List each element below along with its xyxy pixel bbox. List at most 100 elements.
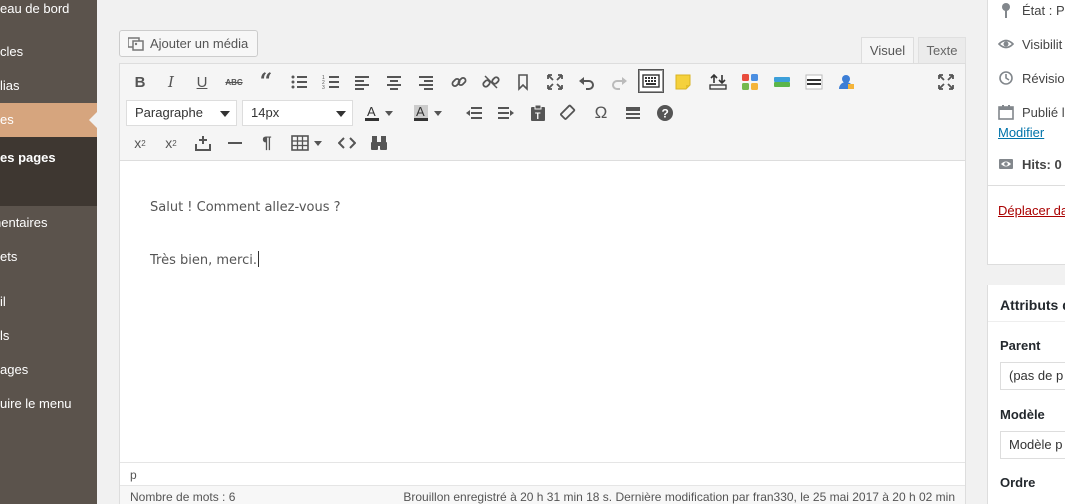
horizontal-line-icon[interactable] <box>222 131 248 155</box>
grid-colors-icon[interactable] <box>737 70 763 94</box>
parent-label: Parent <box>1000 338 1041 353</box>
find-replace-icon[interactable] <box>366 131 392 155</box>
undo-icon[interactable] <box>574 70 600 94</box>
upload-download-icon[interactable] <box>705 70 731 94</box>
strikethrough-icon[interactable]: ABC <box>221 70 247 94</box>
sidebar-item-dashboard[interactable]: eau de bord <box>0 0 97 26</box>
outdent-icon[interactable] <box>461 101 487 125</box>
align-center-icon[interactable] <box>381 70 407 94</box>
horizontal-rule-icon[interactable] <box>620 101 646 125</box>
text-color-dropdown-icon[interactable] <box>382 101 396 125</box>
special-character-icon[interactable]: Ω <box>588 101 614 125</box>
tab-visual[interactable]: Visuel <box>861 37 914 64</box>
add-media-label: Ajouter un média <box>150 36 249 51</box>
table-dropdown-icon[interactable] <box>311 131 325 155</box>
revisions-text: Révision <box>1022 71 1065 86</box>
toolbar-toggle-icon[interactable] <box>638 69 664 93</box>
editor-content-area[interactable]: Salut ! Comment allez-vous ? Très bien, … <box>120 162 965 462</box>
page-attributes-box: Attributs d Parent (pas de p Modèle Modè… <box>987 285 1065 504</box>
divider <box>988 321 1065 322</box>
sidebar-item-collapse-menu[interactable]: uire le menu <box>0 387 97 421</box>
page-attributes-title[interactable]: Attributs d <box>1000 297 1065 313</box>
superscript-icon[interactable]: x2 <box>158 131 184 155</box>
sidebar-item-label: ages <box>0 362 29 377</box>
sidebar-item-label: lias <box>0 78 20 93</box>
sidebar-item-label: uire le menu <box>0 396 72 411</box>
divider <box>988 185 1065 186</box>
status-row: État : Pu <box>998 2 1065 18</box>
font-size-select[interactable]: 14px <box>242 100 353 126</box>
unlink-icon[interactable] <box>478 70 504 94</box>
numbered-list-icon[interactable]: 123 <box>318 70 344 94</box>
link-icon[interactable] <box>446 70 472 94</box>
sidebar-item-label: il <box>0 294 6 309</box>
template-select[interactable]: Modèle p <box>1000 431 1065 459</box>
background-color-dropdown-icon[interactable] <box>431 101 445 125</box>
sidebar-item-pages[interactable]: es <box>0 103 97 137</box>
format-select[interactable]: Paragraphe <box>126 100 237 126</box>
sidebar-subitem-all-pages[interactable]: es pages <box>0 150 97 165</box>
calendar-icon <box>998 105 1014 120</box>
svg-text:?: ? <box>662 107 669 121</box>
sidebar-item-label: ls <box>0 328 10 343</box>
chevron-down-icon <box>336 111 346 117</box>
sidebar-item-settings[interactable]: ages <box>0 353 97 387</box>
pin-icon <box>1002 3 1010 18</box>
editor-toolbar: B I U ABC “ 123 Paragraphe 14px A A T Ω … <box>120 64 965 161</box>
read-more-icon[interactable] <box>510 70 536 94</box>
eye-icon <box>998 39 1014 49</box>
hits-text: Hits: 0 <box>1022 157 1062 172</box>
paste-text-icon[interactable]: T <box>525 101 551 125</box>
sidebar-item-media[interactable]: lias <box>0 69 97 103</box>
redo-icon[interactable] <box>606 70 632 94</box>
history-icon <box>999 71 1013 85</box>
sidebar-item-comments[interactable]: nentaires <box>0 206 97 240</box>
tab-text[interactable]: Texte <box>918 37 966 63</box>
clear-formatting-icon[interactable] <box>556 101 582 125</box>
table-icon[interactable] <box>287 131 313 155</box>
parent-select[interactable]: (pas de p <box>1000 362 1065 390</box>
align-left-icon[interactable] <box>349 70 375 94</box>
bullet-list-icon[interactable] <box>286 70 312 94</box>
move-to-trash-link[interactable]: Déplacer da <box>998 203 1065 218</box>
content-paragraph: Très bien, merci. <box>150 251 259 268</box>
modify-date-link[interactable]: Modifier <box>998 125 1044 140</box>
sticky-note-icon[interactable] <box>670 70 696 94</box>
align-right-icon[interactable] <box>413 70 439 94</box>
revisions-row: Révision <box>998 70 1065 86</box>
sidebar-item-articles[interactable]: cles <box>0 35 97 69</box>
chevron-down-icon <box>220 111 230 117</box>
help-icon[interactable]: ? <box>652 101 678 125</box>
sidebar-item-projects[interactable]: ets <box>0 240 97 274</box>
horizontal-lines-icon[interactable] <box>801 70 827 94</box>
code-icon[interactable] <box>334 131 360 155</box>
button-shortcode-icon[interactable] <box>769 70 795 94</box>
svg-text:3: 3 <box>322 85 325 91</box>
sidebar-item-label: ets <box>0 249 18 264</box>
subscript-icon[interactable]: x2 <box>127 131 153 155</box>
sidebar-item-label: eau de bord <box>0 1 70 16</box>
format-select-value: Paragraphe <box>135 105 203 120</box>
order-label: Ordre <box>1000 475 1036 490</box>
sidebar-item-email[interactable]: il <box>0 285 97 319</box>
sidebar-item-label: nentaires <box>0 215 48 230</box>
editor-footer: Nombre de mots : 6 Brouillon enregistré … <box>120 485 965 504</box>
distraction-free-icon[interactable] <box>933 70 959 94</box>
add-media-button[interactable]: Ajouter un média <box>119 30 258 57</box>
user-lock-icon[interactable] <box>833 70 859 94</box>
fullscreen-icon[interactable] <box>542 70 568 94</box>
paragraph-icon[interactable]: ¶ <box>254 131 280 155</box>
publish-box: État : Pu Visibilit Révision Publié l Mo… <box>987 0 1065 265</box>
insert-icon[interactable] <box>190 131 216 155</box>
italic-icon[interactable]: I <box>158 70 184 94</box>
sidebar-item-label: es <box>0 112 14 127</box>
sidebar-item-tools[interactable]: ls <box>0 319 97 353</box>
editor-statusbar: p Nombre de mots : 6 Brouillon enregistr… <box>120 462 965 504</box>
views-icon <box>999 159 1013 169</box>
text-cursor <box>257 251 259 267</box>
blockquote-icon[interactable]: “ <box>253 69 279 95</box>
element-path[interactable]: p <box>130 468 137 482</box>
underline-icon[interactable]: U <box>189 70 215 94</box>
bold-icon[interactable]: B <box>127 70 153 94</box>
indent-icon[interactable] <box>493 101 519 125</box>
